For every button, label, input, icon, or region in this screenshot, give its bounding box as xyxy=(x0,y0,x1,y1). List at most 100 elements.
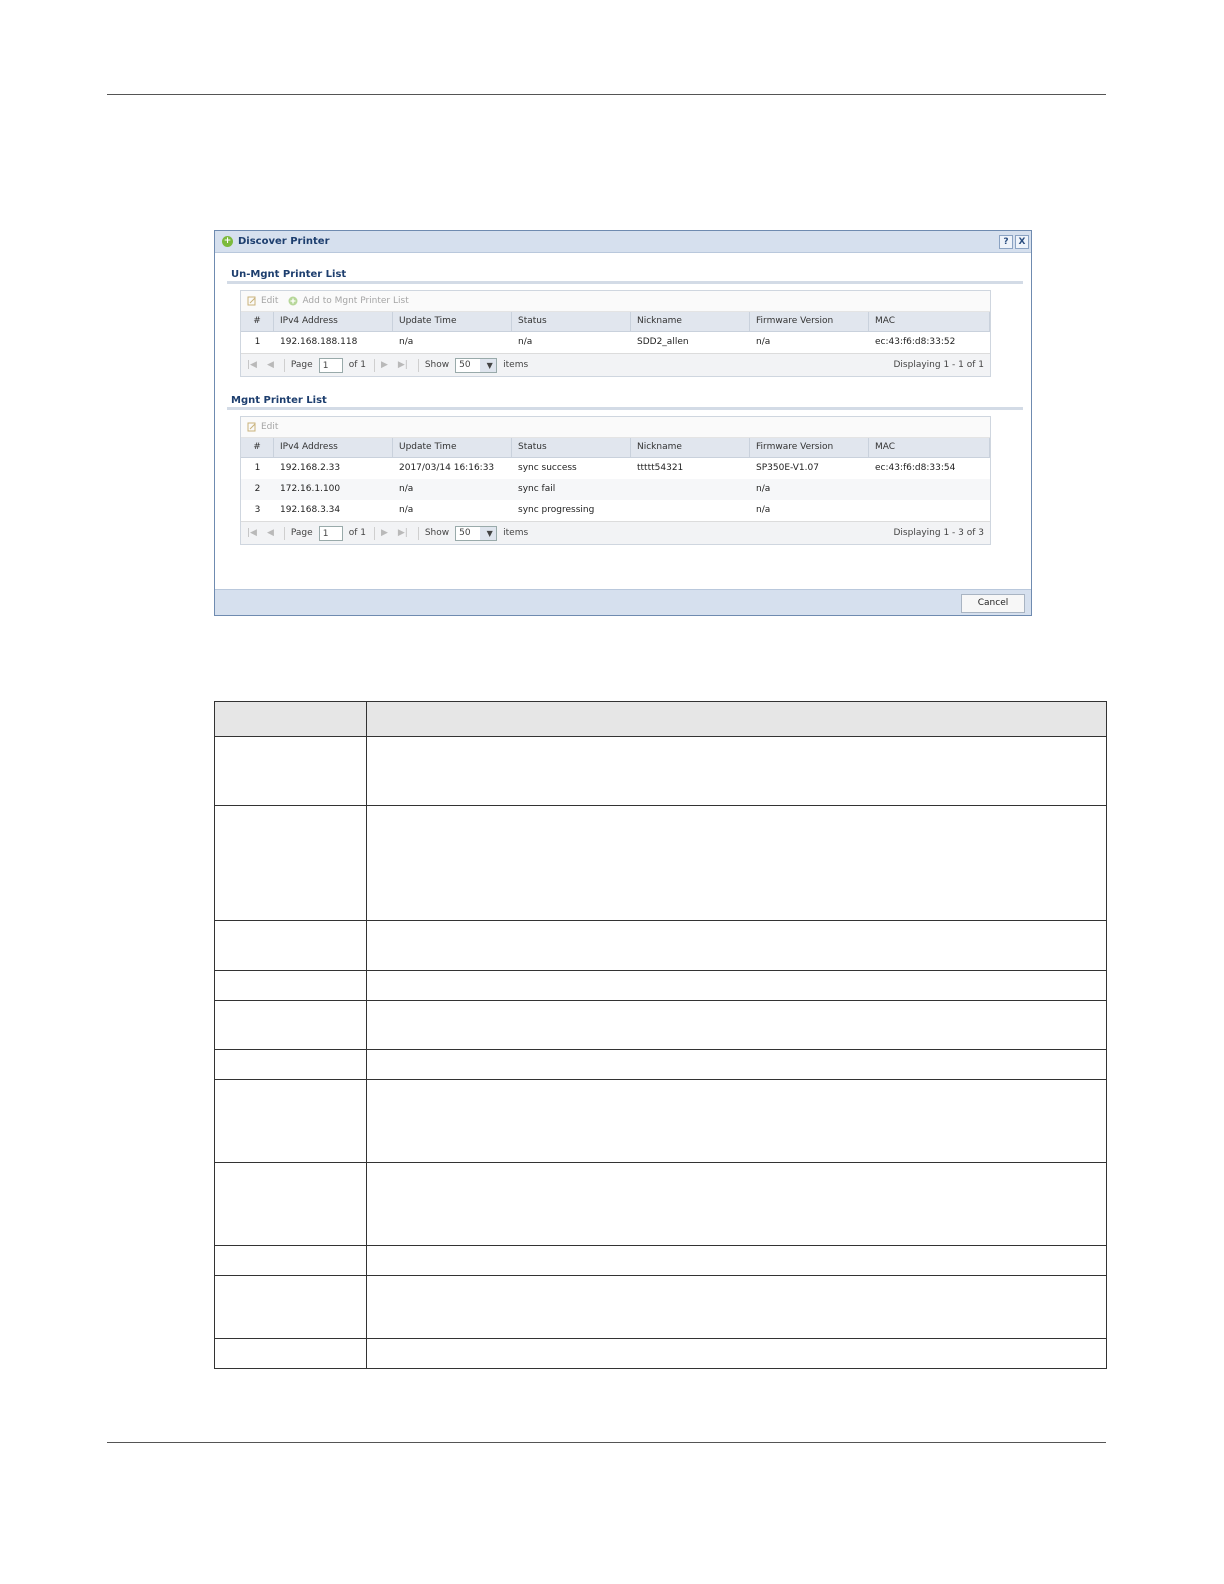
cell xyxy=(366,970,1107,1001)
cell xyxy=(214,1245,367,1276)
footer-rule xyxy=(107,1442,1106,1443)
page-of-label: of 1 xyxy=(348,360,366,370)
cell xyxy=(214,1079,367,1163)
page-size-value: 50 xyxy=(459,528,471,538)
cell: sync progressing xyxy=(518,505,595,515)
page-size-select[interactable]: 50 ▼ xyxy=(455,357,498,373)
cell: n/a xyxy=(399,337,414,347)
prev-page-icon[interactable]: ◀ xyxy=(267,528,274,538)
pager-separator xyxy=(373,358,375,372)
cell xyxy=(214,970,367,1001)
col-header[interactable]: Firmware Version xyxy=(750,312,869,331)
col-header[interactable]: MAC xyxy=(869,312,990,331)
col-header[interactable]: IPv4 Address xyxy=(274,438,393,457)
col-header[interactable]: IPv4 Address xyxy=(274,312,393,331)
last-page-icon[interactable]: ▶| xyxy=(398,360,408,370)
col-header[interactable]: MAC xyxy=(869,438,990,457)
unmgnt-toolbar: Edit Add to Mgnt Printer List xyxy=(241,291,990,312)
cell: 3 xyxy=(254,505,261,515)
col-header[interactable]: Nickname xyxy=(631,438,750,457)
cell: n/a xyxy=(756,505,771,515)
chevron-down-icon: ▼ xyxy=(480,358,497,372)
col-header[interactable]: # xyxy=(241,312,274,331)
last-page-icon[interactable]: ▶| xyxy=(398,528,408,538)
header-cell xyxy=(214,701,367,737)
unmgnt-grid-header: # IPv4 Address Update Time Status Nickna… xyxy=(241,312,990,332)
header-cell xyxy=(366,701,1107,737)
page-of-label: of 1 xyxy=(348,528,366,538)
edit-label: Edit xyxy=(261,422,279,432)
next-page-icon[interactable]: ▶ xyxy=(381,360,388,370)
printer-add-icon: + xyxy=(222,236,233,247)
page-size-value: 50 xyxy=(459,360,471,370)
cell: ttttt54321 xyxy=(637,463,684,473)
cell: 192.168.188.118 xyxy=(280,337,358,347)
cell xyxy=(366,736,1107,806)
unmgnt-printer-grid: Edit Add to Mgnt Printer List # IPv4 Add… xyxy=(240,290,991,377)
show-label: Show xyxy=(424,528,450,538)
pager-separator xyxy=(283,526,285,540)
cell xyxy=(214,1049,367,1080)
dialog-titlebar: + Discover Printer ? X xyxy=(215,231,1031,253)
add-label: Add to Mgnt Printer List xyxy=(302,296,409,306)
cell xyxy=(631,500,750,521)
cell xyxy=(214,920,367,971)
first-page-icon[interactable]: |◀ xyxy=(247,528,257,538)
dialog-title: Discover Printer xyxy=(238,236,330,247)
page-label: Page xyxy=(290,360,313,370)
col-header[interactable]: Status xyxy=(512,438,631,457)
displaying-count: Displaying 1 - 3 of 3 xyxy=(893,528,985,538)
table-row xyxy=(214,920,1107,971)
table-row[interactable]: 1 192.168.188.118 n/a n/a SDD2_allen n/a… xyxy=(241,332,990,353)
close-button[interactable]: X xyxy=(1015,234,1029,249)
mgnt-grid-header: # IPv4 Address Update Time Status Nickna… xyxy=(241,438,990,458)
page-input[interactable]: 1 xyxy=(318,357,343,373)
unmgnt-edit-button[interactable]: Edit xyxy=(247,296,278,306)
table-row xyxy=(214,1079,1107,1163)
cell xyxy=(869,500,990,521)
add-icon xyxy=(288,296,298,306)
table-row xyxy=(214,970,1107,1001)
col-header[interactable]: Update Time xyxy=(393,438,512,457)
page-size-select[interactable]: 50 ▼ xyxy=(455,525,498,541)
cell: sync fail xyxy=(518,484,556,494)
cell xyxy=(869,479,990,500)
prev-page-icon[interactable]: ◀ xyxy=(267,360,274,370)
col-header[interactable]: Nickname xyxy=(631,312,750,331)
cell: n/a xyxy=(756,337,771,347)
first-page-icon[interactable]: |◀ xyxy=(247,360,257,370)
displaying-count: Displaying 1 - 1 of 1 xyxy=(893,360,985,370)
unmgnt-section-title: Un-Mgnt Printer List xyxy=(231,269,347,280)
cancel-button[interactable]: Cancel xyxy=(961,594,1025,613)
add-to-mgnt-button[interactable]: Add to Mgnt Printer List xyxy=(288,296,409,306)
cell xyxy=(366,1000,1107,1050)
cell xyxy=(214,1000,367,1050)
cell xyxy=(214,805,367,921)
show-label: Show xyxy=(424,360,450,370)
table-row[interactable]: 1 192.168.2.33 2017/03/14 16:16:33 sync … xyxy=(241,458,990,479)
table-row xyxy=(214,1162,1107,1246)
next-page-icon[interactable]: ▶ xyxy=(381,528,388,538)
pager-separator xyxy=(373,526,375,540)
col-header[interactable]: Status xyxy=(512,312,631,331)
table-row xyxy=(214,1049,1107,1080)
table-row[interactable]: 3 192.168.3.34 n/a sync progressing n/a xyxy=(241,500,990,521)
unmgnt-pager: |◀ ◀ Page 1 of 1 ▶ ▶| Show 50 ▼ items Di… xyxy=(241,353,990,376)
cell: 172.16.1.100 xyxy=(280,484,341,494)
cell: 2017/03/14 16:16:33 xyxy=(399,463,495,473)
table-row xyxy=(214,736,1107,806)
col-header[interactable]: Firmware Version xyxy=(750,438,869,457)
discover-printer-dialog: + Discover Printer ? X Un-Mgnt Printer L… xyxy=(214,230,1032,616)
col-header[interactable]: Update Time xyxy=(393,312,512,331)
col-header[interactable]: # xyxy=(241,438,274,457)
table-row[interactable]: 2 172.16.1.100 n/a sync fail n/a xyxy=(241,479,990,500)
cell xyxy=(366,1245,1107,1276)
help-button[interactable]: ? xyxy=(999,234,1013,249)
table-row xyxy=(214,1338,1107,1369)
mgnt-section-title: Mgnt Printer List xyxy=(231,395,327,406)
header-rule xyxy=(107,94,1106,95)
table-row xyxy=(214,1275,1107,1339)
mgnt-edit-button[interactable]: Edit xyxy=(247,422,278,432)
page-input[interactable]: 1 xyxy=(318,525,343,541)
table-row xyxy=(214,1245,1107,1276)
